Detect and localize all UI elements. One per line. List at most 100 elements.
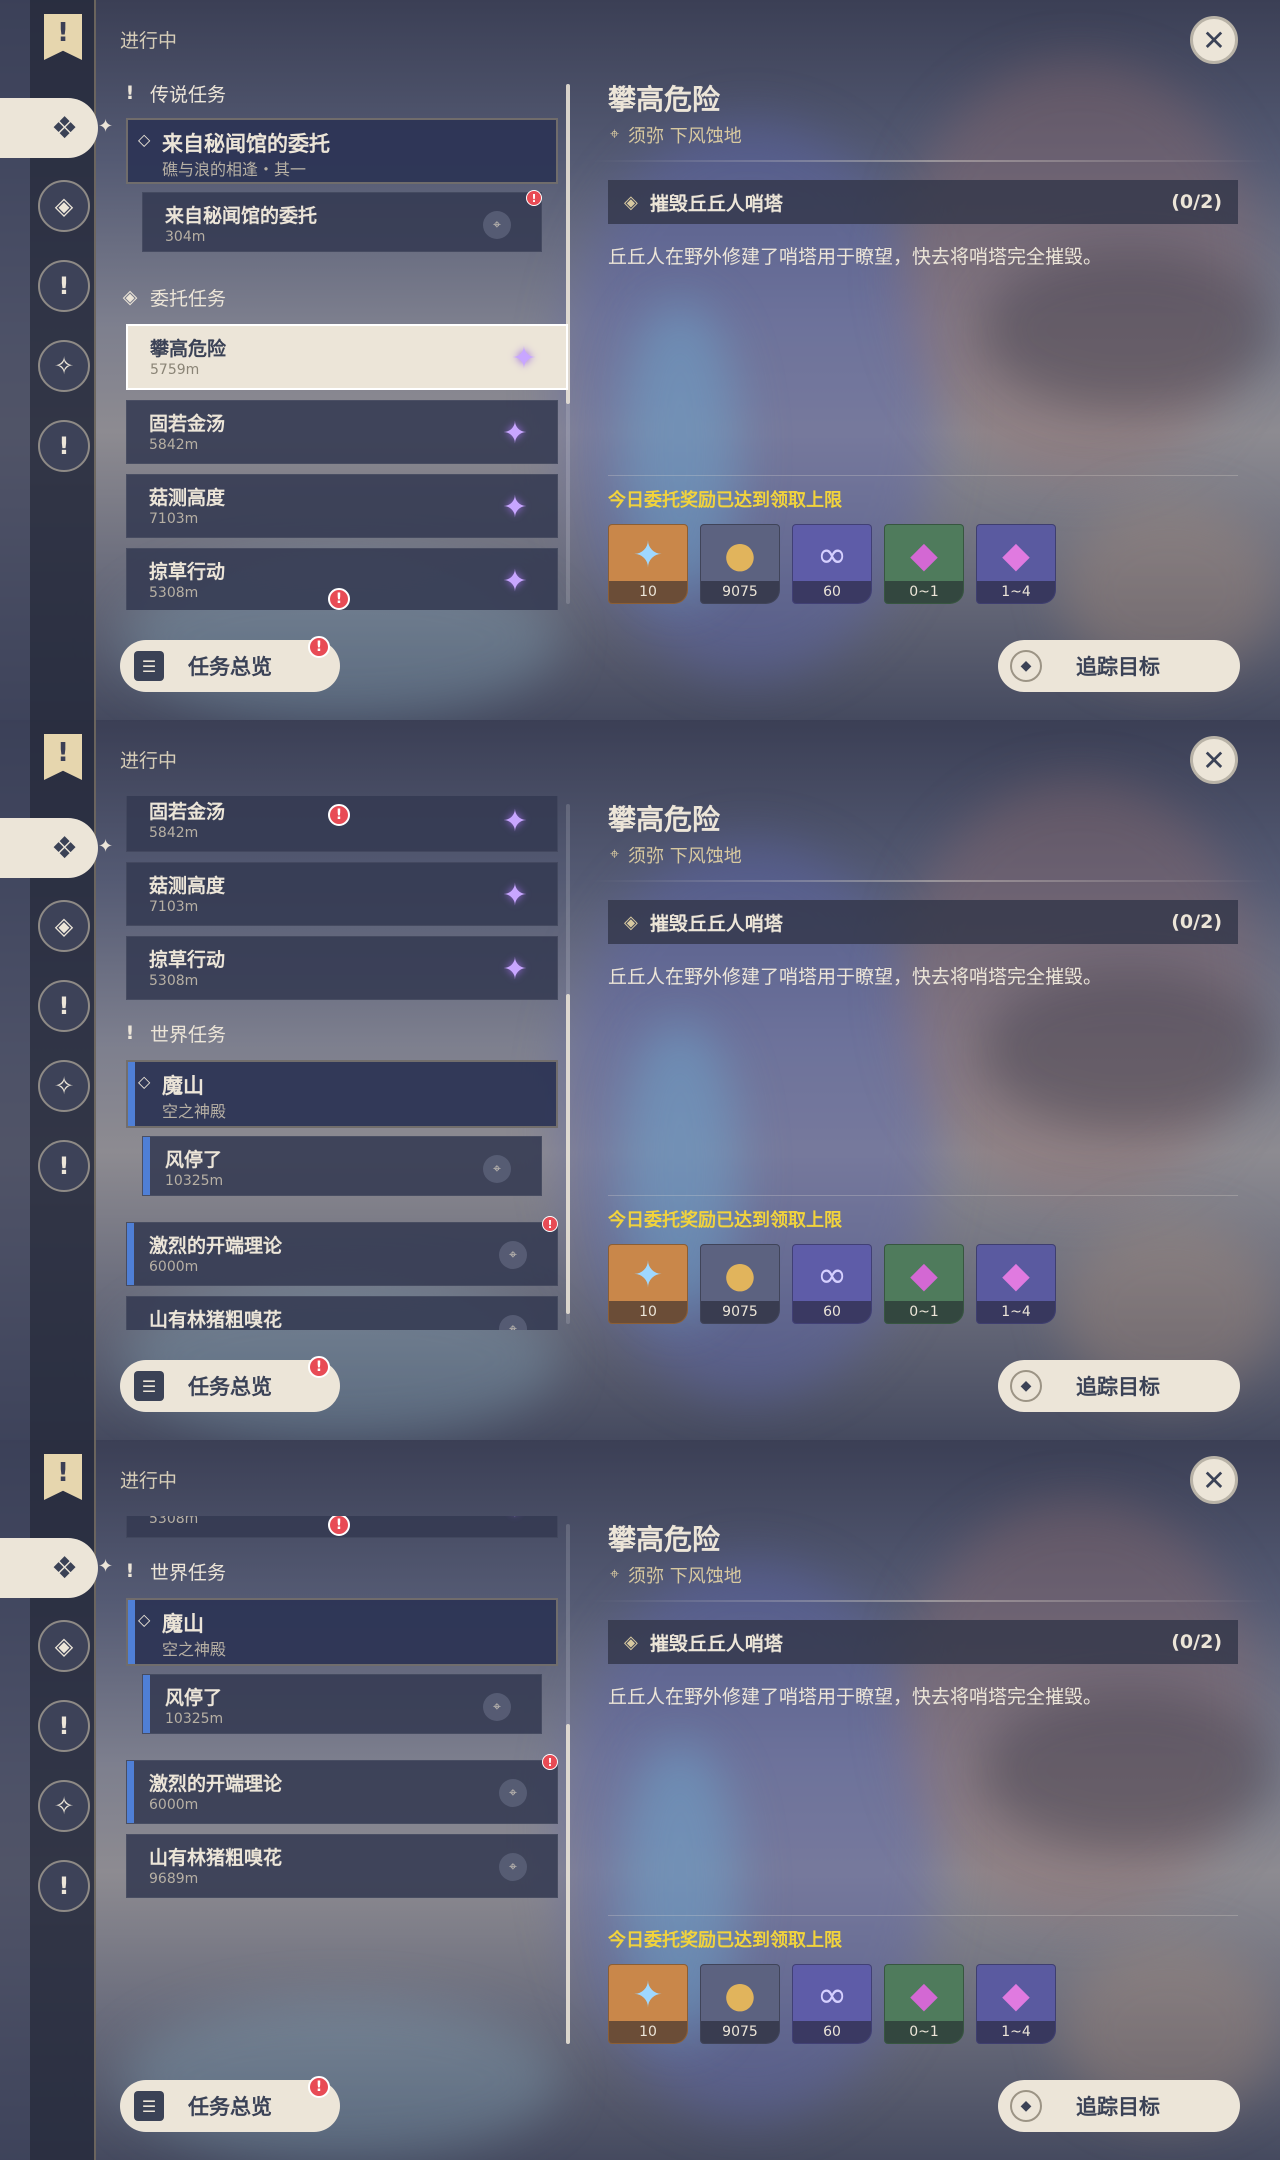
alert-badge: ! — [308, 1356, 330, 1378]
commission-card[interactable]: 菇测高度 7103m ✦ — [126, 474, 558, 538]
world-quest-card[interactable]: ◇ 魔山 空之神殿 — [126, 1598, 558, 1666]
reward-mora[interactable]: ● 9075 — [700, 524, 780, 604]
archon-icon: ◈ — [54, 1632, 74, 1660]
track-target-button[interactable]: ◆ 追踪目标 — [998, 640, 1240, 692]
purple-star-icon: ✦ — [502, 415, 528, 451]
category-story-button[interactable]: ! — [38, 260, 90, 312]
reward-crystal-large[interactable]: ◆ 1~4 — [976, 1964, 1056, 2044]
quest-overview-button[interactable]: ☰ 任务总览 — [120, 2080, 340, 2132]
commission-card[interactable]: 掠草行动 5308m ✦ — [126, 936, 558, 1000]
map-pin-icon[interactable]: ⌖ — [483, 1693, 511, 1721]
section-commission: ◈ 委托任务 — [118, 280, 226, 314]
commission-name: 菇测高度 — [149, 487, 226, 509]
commission-name: 攀高危险 — [150, 338, 227, 360]
reward-crystal-small[interactable]: ◆ 0~1 — [884, 524, 964, 604]
close-icon: ✕ — [1202, 23, 1226, 57]
track-target-button[interactable]: ◆ 追踪目标 — [998, 1360, 1240, 1412]
category-archon-button[interactable]: ◈ — [38, 1620, 90, 1672]
crystal-icon: ◆ — [910, 1254, 938, 1296]
world-step-card[interactable]: 风停了 10325m ⌖ — [142, 1136, 542, 1196]
map-pin-icon[interactable]: ⌖ — [499, 1779, 527, 1807]
close-button[interactable]: ✕ — [1190, 736, 1238, 784]
map-pin-icon[interactable]: ⌖ — [499, 1315, 527, 1330]
reward-mora[interactable]: ● 9075 — [700, 1244, 780, 1324]
legend-quest-card[interactable]: ◇ 来自秘闻馆的委托 礁与浪的相逢・其一 — [126, 118, 558, 184]
category-world-button[interactable]: ! — [38, 1140, 90, 1192]
world-quest-card[interactable]: 激烈的开端理论 6000m ⌖ — [126, 1760, 558, 1824]
diamond-icon: ◆ — [1010, 650, 1042, 682]
map-pin-icon[interactable]: ⌖ — [499, 1241, 527, 1269]
category-commission-active[interactable]: ❖ — [0, 1538, 98, 1598]
friendship-icon: ∞ — [817, 534, 847, 576]
diamond-cluster-icon: ❖ — [51, 1550, 78, 1586]
category-event-button[interactable]: ✧ — [38, 340, 90, 392]
reward-crystal-large[interactable]: ◆ 1~4 — [976, 1244, 1056, 1324]
commission-card[interactable]: 固若金汤 5842m ✦ — [126, 400, 558, 464]
commission-card[interactable]: 菇测高度 7103m ✦ — [126, 862, 558, 926]
quest-list: 固若金汤 5842m ✦ ! 菇测高度 7103m ✦ 掠草行动 5308m ✦… — [118, 796, 568, 1330]
quest-overview-button[interactable]: ☰ 任务总览 — [120, 640, 340, 692]
category-story-button[interactable]: ! — [38, 1700, 90, 1752]
category-commission-active[interactable]: ❖ — [0, 818, 98, 878]
world-quest-marker — [128, 1062, 135, 1126]
world-step-dist: 10325m — [165, 1711, 224, 1727]
reward-friendship[interactable]: ∞ 60 — [792, 1244, 872, 1324]
world-quest-card[interactable]: 山有林猪粗嗅花 9689m ⌖ — [126, 1834, 558, 1898]
category-world-button[interactable]: ! — [38, 420, 90, 472]
reward-friendship[interactable]: ∞ 60 — [792, 524, 872, 604]
world-quest-name: 激烈的开端理论 — [149, 1235, 283, 1257]
category-story-button[interactable]: ! — [38, 980, 90, 1032]
world-quest-card[interactable]: 山有林猪粗嗅花 9689m ⌖ — [126, 1296, 558, 1330]
world-quest-subtitle: 空之神殿 — [162, 1102, 227, 1121]
close-button[interactable]: ✕ — [1190, 1456, 1238, 1504]
commission-card-active[interactable]: 攀高危险 5759m ✦ — [126, 324, 568, 390]
legend-quest-title: 来自秘闻馆的委托 — [162, 132, 330, 156]
quest-location: 须弥 下风蚀地 — [628, 1566, 742, 1587]
world-quest-card[interactable]: ◇ 魔山 空之神殿 — [126, 1060, 558, 1128]
track-target-button[interactable]: ◆ 追踪目标 — [998, 2080, 1240, 2132]
primogem-icon: ✦ — [632, 534, 664, 576]
reward-list: ✦ 10 ● 9075 ∞ 60 ◆ 0~1 ◆ 1~4 — [608, 524, 1056, 604]
category-event-button[interactable]: ✧ — [38, 1780, 90, 1832]
legend-step-card[interactable]: 来自秘闻馆的委托 304m ⌖ — [142, 192, 542, 252]
status-label: 进行中 — [120, 1470, 178, 1492]
reward-list: ✦ 10 ● 9075 ∞ 60 ◆ 0~1 ◆ 1~4 — [608, 1244, 1056, 1324]
close-icon: ✕ — [1202, 743, 1226, 777]
legend-quest-subtitle: 礁与浪的相逢・其一 — [162, 160, 307, 179]
reward-count: 10 — [609, 2021, 687, 2043]
quest-overview-button[interactable]: ☰ 任务总览 — [120, 1360, 340, 1412]
close-button[interactable]: ✕ — [1190, 16, 1238, 64]
reward-count: 9075 — [701, 2021, 779, 2043]
reward-limit-note: 今日委托奖励已达到领取上限 — [608, 1930, 842, 1951]
track-label: 追踪目标 — [1076, 655, 1160, 679]
reward-crystal-small[interactable]: ◆ 0~1 — [884, 1244, 964, 1324]
track-label: 追踪目标 — [1076, 1375, 1160, 1399]
reward-mora[interactable]: ● 9075 — [700, 1964, 780, 2044]
category-archon-button[interactable]: ◈ — [38, 180, 90, 232]
reward-crystal-large[interactable]: ◆ 1~4 — [976, 524, 1056, 604]
reward-primogem[interactable]: ✦ 10 — [608, 524, 688, 604]
category-archon-button[interactable]: ◈ — [38, 900, 90, 952]
world-quest-card[interactable]: 激烈的开端理论 6000m ⌖ — [126, 1222, 558, 1286]
diamond-icon: ◇ — [138, 130, 151, 149]
legend-step-dist: 304m — [165, 229, 206, 245]
reward-crystal-small[interactable]: ◆ 0~1 — [884, 1964, 964, 2044]
map-pin-icon[interactable]: ⌖ — [499, 1853, 527, 1881]
category-commission-active[interactable]: ❖ — [0, 98, 98, 158]
category-event-button[interactable]: ✧ — [38, 1060, 90, 1112]
commission-dist: 5759m — [150, 362, 200, 378]
commission-name: 掠草行动 — [149, 561, 226, 583]
reward-count: 1~4 — [977, 1301, 1055, 1323]
world-step-card[interactable]: 风停了 10325m ⌖ — [142, 1674, 542, 1734]
diamond-cluster-icon: ❖ — [51, 830, 78, 866]
reward-friendship[interactable]: ∞ 60 — [792, 1964, 872, 2044]
reward-primogem[interactable]: ✦ 10 — [608, 1244, 688, 1324]
primogem-icon: ✦ — [632, 1974, 664, 2016]
reward-primogem[interactable]: ✦ 10 — [608, 1964, 688, 2044]
category-world-button[interactable]: ! — [38, 1860, 90, 1912]
world-step-title: 风停了 — [165, 1149, 223, 1171]
map-pin-icon[interactable]: ⌖ — [483, 1155, 511, 1183]
section-legend-label: 传说任务 — [150, 83, 227, 106]
quest-list: ! 传说任务 ◇ 来自秘闻馆的委托 礁与浪的相逢・其一 来自秘闻馆的委托 304m… — [118, 76, 568, 610]
map-pin-icon[interactable]: ⌖ — [483, 211, 511, 239]
